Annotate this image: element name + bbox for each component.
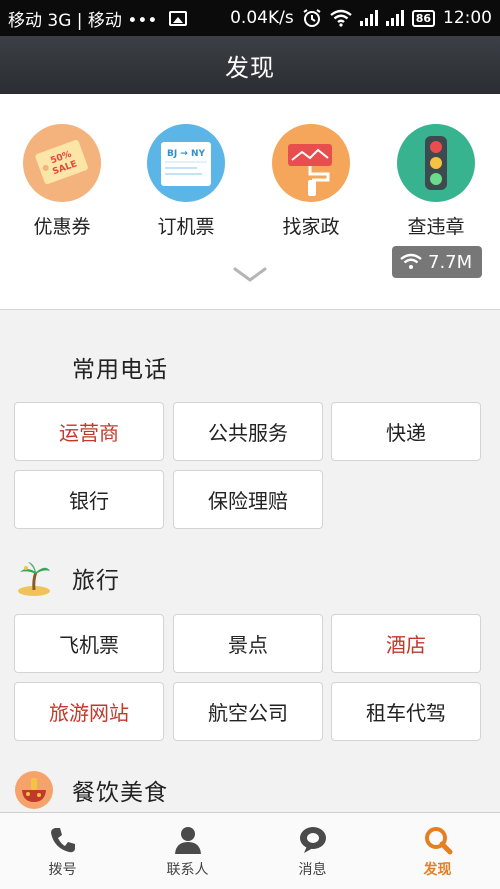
service-label: 优惠券 (33, 216, 91, 238)
scenic-spot-button[interactable]: 景点 (173, 614, 323, 673)
wifi-icon (400, 253, 422, 269)
service-label: 订机票 (157, 216, 215, 238)
nav-label: 发现 (423, 861, 452, 878)
car-rental-button[interactable]: 租车代驾 (331, 682, 481, 741)
insurance-claims-button[interactable]: 保险理赔 (173, 470, 323, 529)
network-speed: 0.04K/s (230, 8, 294, 28)
alarm-icon (303, 9, 321, 27)
quick-services-panel: 50% SALE 优惠券 BJ → NY 订机票 找家政 查违章 7.7M (0, 94, 500, 310)
service-label: 找家政 (282, 216, 340, 238)
signal-icon-2 (385, 10, 404, 26)
hotpot-icon (15, 771, 53, 809)
section-title: 旅行 (72, 568, 120, 594)
discover-icon (424, 826, 452, 854)
service-label: 查违章 (407, 216, 465, 238)
clock: 12:00 (443, 8, 492, 28)
paint-roller-icon (272, 124, 350, 202)
bottom-navigation: 拨号 联系人 消息 发现 (0, 812, 500, 889)
bank-button[interactable]: 银行 (14, 470, 164, 529)
section-header-food: 餐饮美食 (0, 768, 500, 812)
section-header-travel: 旅行 (0, 556, 500, 600)
airline-button[interactable]: 航空公司 (173, 682, 323, 741)
image-notification-icon (169, 10, 188, 26)
phone-icon (50, 827, 75, 852)
chevron-down-icon[interactable] (233, 266, 267, 284)
title-bar: 发现 (0, 36, 500, 94)
page-title: 发现 (225, 53, 275, 82)
travel-website-button[interactable]: 旅游网站 (14, 682, 164, 741)
coupon-icon: 50% SALE (23, 124, 101, 202)
svg-text:BJ → NY: BJ → NY (167, 149, 206, 159)
speed-value: 7.7M (428, 251, 473, 273)
public-service-button[interactable]: 公共服务 (173, 402, 323, 461)
nav-discover[interactable]: 发现 (375, 813, 500, 889)
flight-ticket-button[interactable]: 飞机票 (14, 614, 164, 673)
nav-messages[interactable]: 消息 (250, 813, 375, 889)
signal-icon-1 (359, 10, 378, 26)
service-flight[interactable]: BJ → NY 订机票 (136, 124, 236, 239)
traffic-light-icon (397, 124, 475, 202)
nav-dialer[interactable]: 拨号 (0, 813, 125, 889)
section-header-phone: 常用电话 (0, 345, 500, 389)
contacts-icon (174, 826, 201, 854)
battery-icon: 86 (411, 9, 435, 27)
nav-contacts[interactable]: 联系人 (125, 813, 250, 889)
nav-label: 拨号 (48, 861, 77, 878)
nav-label: 消息 (298, 861, 327, 878)
carrier-button[interactable]: 运营商 (14, 402, 164, 461)
service-housekeeping[interactable]: 找家政 (261, 124, 361, 239)
wifi-icon (329, 9, 352, 27)
message-icon (299, 826, 326, 853)
carrier-text: 移动 3G | 移动 ••• (8, 10, 158, 31)
service-traffic-violation[interactable]: 查违章 (386, 124, 486, 239)
section-title: 餐饮美食 (72, 780, 168, 806)
flight-ticket-icon: BJ → NY (147, 124, 225, 202)
palm-tree-icon (18, 562, 50, 596)
hotel-button[interactable]: 酒店 (331, 614, 481, 673)
floating-speed-badge[interactable]: 7.7M (392, 246, 482, 278)
express-delivery-button[interactable]: 快递 (331, 402, 481, 461)
service-coupon[interactable]: 50% SALE 优惠券 (12, 124, 112, 239)
status-bar: 移动 3G | 移动 ••• 0.04K/s 86 12:00 (0, 0, 500, 36)
nav-label: 联系人 (166, 861, 209, 878)
section-title: 常用电话 (72, 357, 168, 383)
